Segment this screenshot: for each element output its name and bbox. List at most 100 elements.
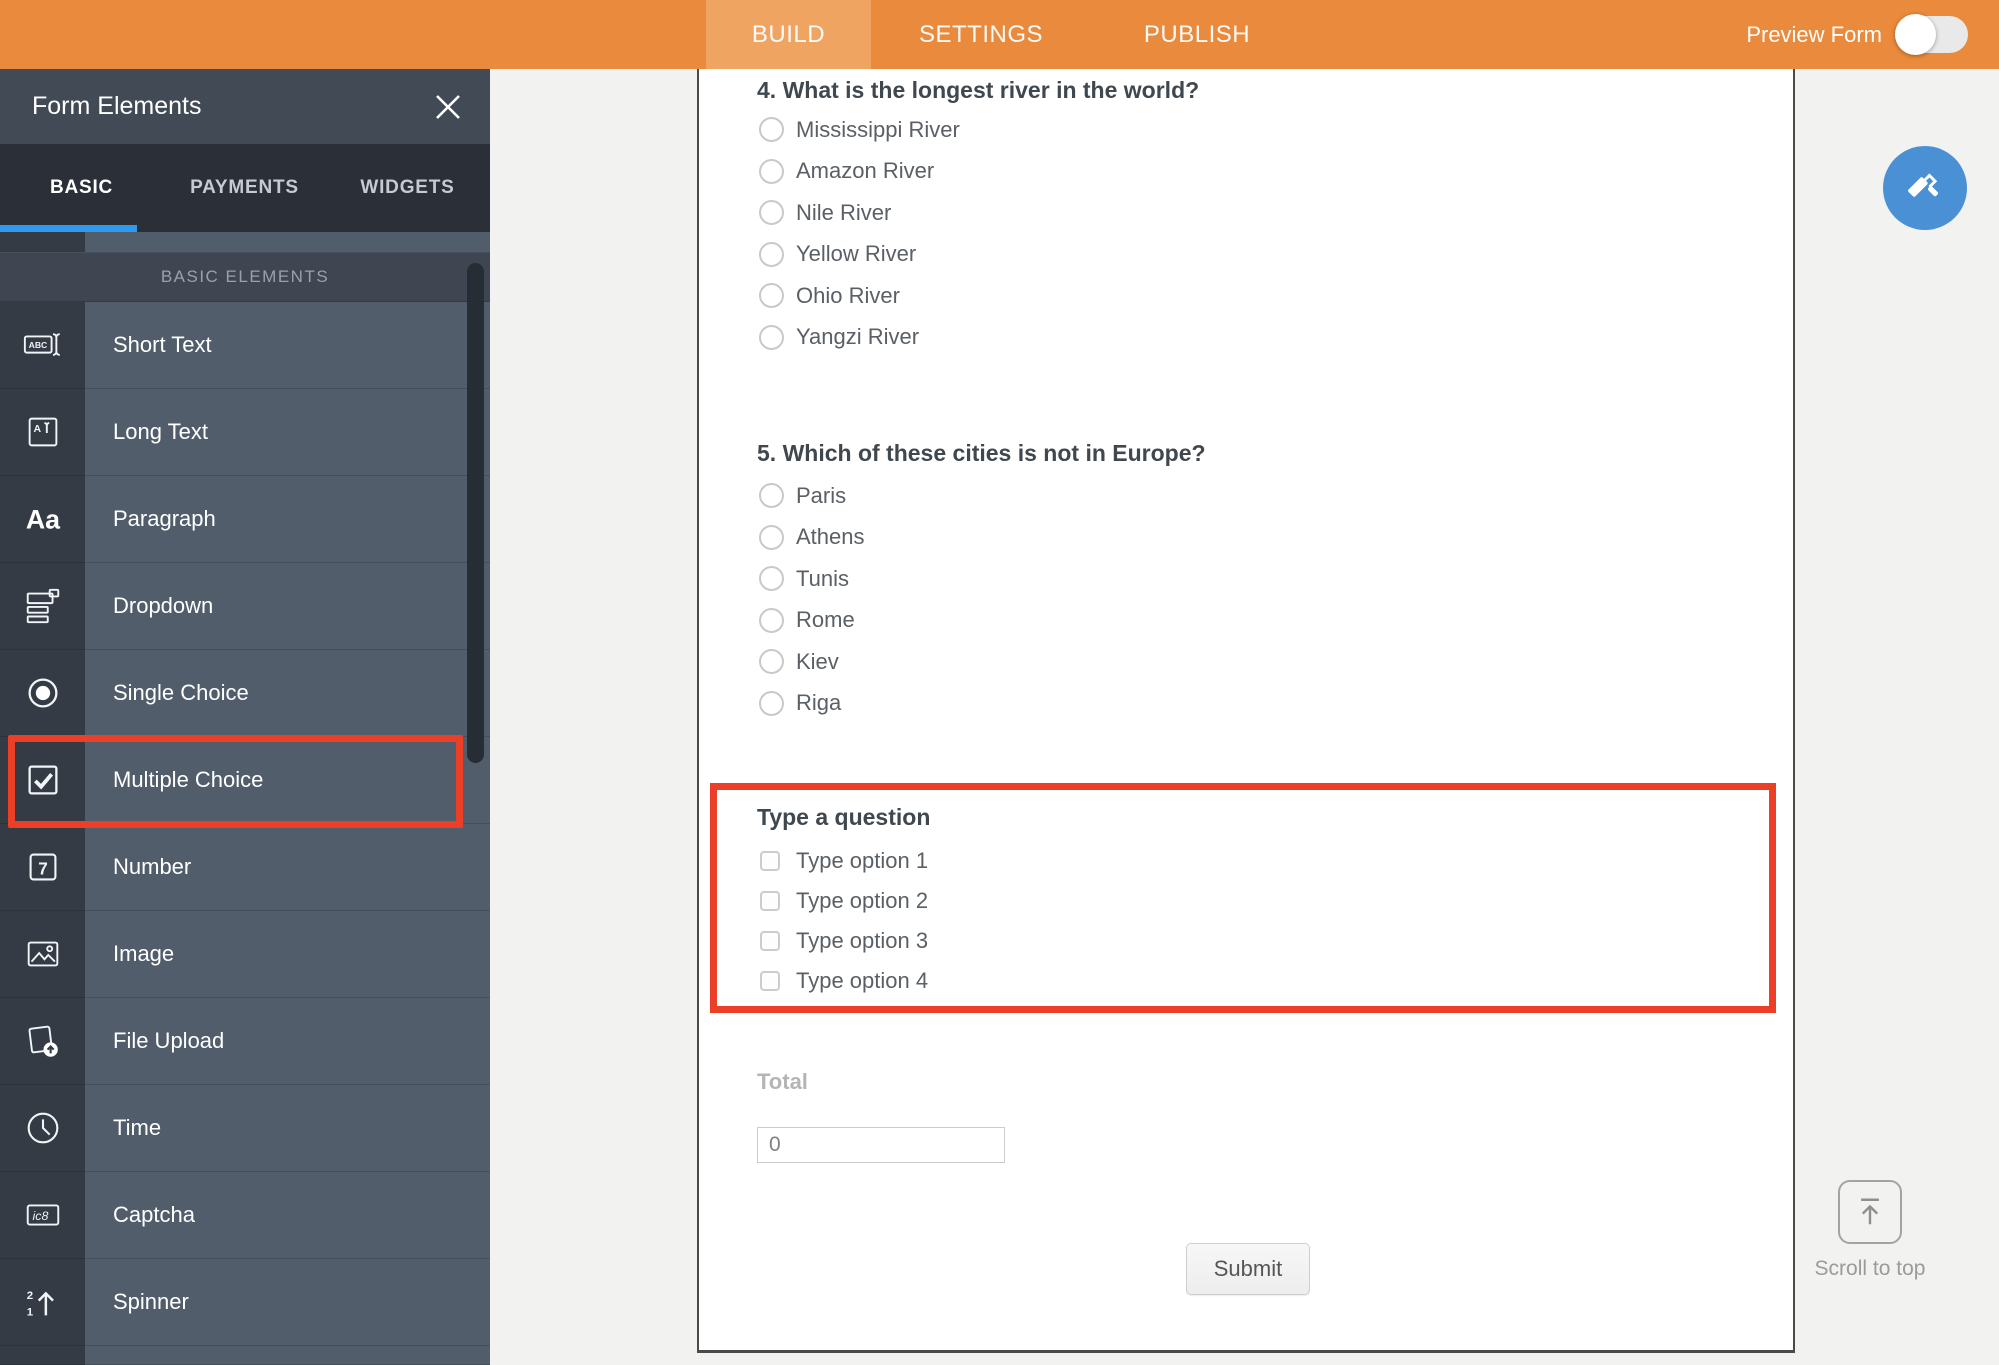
option-label: Yangzi River — [796, 324, 920, 350]
element-item-image[interactable]: Image — [0, 911, 490, 998]
radio-option[interactable]: Paris — [757, 475, 865, 517]
scroll-to-top-label: Scroll to top — [1814, 1257, 1926, 1280]
question-5-options: Paris Athens Tunis Rome Kiev Riga — [757, 475, 865, 724]
form-designer-button[interactable] — [1883, 146, 1967, 230]
element-label: Long Text — [85, 389, 490, 476]
total-input[interactable] — [757, 1127, 1005, 1163]
radio-option[interactable]: Ohio River — [757, 275, 960, 317]
element-label: Image — [85, 911, 490, 998]
option-label: Type option 3 — [796, 928, 929, 953]
active-tab-underline — [0, 225, 137, 232]
question-4-options: Mississippi River Amazon River Nile Rive… — [757, 109, 960, 358]
long-text-icon: A — [28, 417, 57, 447]
checkbox-icon[interactable] — [760, 851, 780, 871]
element-label: Number — [85, 824, 490, 911]
checkbox-icon[interactable] — [760, 971, 780, 991]
paragraph-icon: Aa — [25, 505, 60, 535]
radio-icon[interactable] — [759, 607, 784, 633]
radio-icon[interactable] — [759, 324, 784, 350]
radio-option[interactable]: Kiev — [757, 641, 865, 683]
tab-settings[interactable]: SETTINGS — [871, 0, 1091, 69]
tab-payments[interactable]: PAYMENTS — [163, 144, 326, 232]
option-label: Ohio River — [796, 282, 900, 308]
header-tabs: BUILD SETTINGS PUBLISH — [706, 0, 1303, 69]
svg-text:ic8: ic8 — [32, 1209, 48, 1223]
element-item-paragraph[interactable]: Aa Paragraph — [0, 476, 490, 563]
submit-button[interactable]: Submit — [1186, 1243, 1310, 1295]
radio-icon[interactable] — [759, 524, 784, 550]
radio-option[interactable]: Amazon River — [757, 151, 960, 193]
spinner-icon: 2 1 — [26, 1290, 54, 1318]
radio-icon[interactable] — [759, 117, 784, 143]
checkbox-icon[interactable] — [760, 931, 780, 951]
element-item-number[interactable]: 7 Number — [0, 824, 490, 911]
panel-title: Form Elements — [32, 92, 202, 120]
radio-icon[interactable] — [759, 566, 784, 592]
checkbox-icon[interactable] — [760, 891, 780, 911]
element-label: Multiple Choice — [85, 737, 490, 824]
new-question-options: Type option 1 Type option 2 Type option … — [757, 841, 928, 1001]
checkbox-option[interactable]: Type option 3 — [757, 921, 928, 961]
toggle-knob-icon[interactable] — [1895, 14, 1936, 55]
radio-icon[interactable] — [759, 158, 784, 184]
element-label: File Upload — [85, 998, 490, 1085]
dropdown-icon — [26, 588, 59, 624]
radio-option[interactable]: Athens — [757, 517, 865, 559]
element-item-short-text[interactable]: ABC Short Text — [0, 302, 490, 389]
element-label: Captcha — [85, 1172, 490, 1259]
sidebar-scrollbar-thumb[interactable] — [467, 263, 484, 763]
option-label: Mississippi River — [796, 116, 960, 142]
top-header: BUILD SETTINGS PUBLISH Preview Form — [0, 0, 1999, 69]
element-item-long-text[interactable]: A Long Text — [0, 389, 490, 476]
element-item-captcha[interactable]: ic8 Captcha — [0, 1172, 490, 1259]
new-question-title[interactable]: Type a question — [757, 804, 930, 831]
option-label: Paris — [796, 482, 847, 508]
close-icon[interactable] — [434, 93, 462, 121]
element-label: Paragraph — [85, 476, 490, 563]
tab-basic[interactable]: BASIC — [0, 144, 163, 232]
radio-option[interactable]: Yellow River — [757, 234, 960, 276]
radio-icon[interactable] — [759, 649, 784, 675]
option-label: Tunis — [796, 565, 849, 591]
option-label: Kiev — [796, 648, 839, 674]
preview-form-control: Preview Form — [1746, 0, 1968, 69]
element-item-dropdown[interactable]: Dropdown — [0, 563, 490, 650]
section-basic-elements: BASIC ELEMENTS — [0, 253, 490, 302]
radio-icon[interactable] — [759, 483, 784, 509]
radio-icon[interactable] — [759, 690, 784, 716]
radio-option[interactable]: Nile River — [757, 192, 960, 234]
option-label: Type option 4 — [796, 968, 929, 993]
svg-text:1: 1 — [26, 1306, 33, 1318]
svg-text:2: 2 — [26, 1290, 32, 1302]
radio-option[interactable]: Yangzi River — [757, 317, 960, 359]
option-label: Type option 1 — [796, 848, 929, 873]
tab-widgets[interactable]: WIDGETS — [326, 144, 489, 232]
checkbox-option[interactable]: Type option 4 — [757, 961, 928, 1001]
question-4-title: 4. What is the longest river in the worl… — [757, 77, 1200, 103]
tab-build[interactable]: BUILD — [706, 0, 871, 69]
preview-form-toggle[interactable] — [1895, 14, 1968, 55]
checkbox-option[interactable]: Type option 2 — [757, 881, 928, 921]
radio-option[interactable]: Tunis — [757, 558, 865, 600]
element-item-multiple-choice[interactable]: Multiple Choice — [0, 737, 490, 824]
scroll-to-top-button[interactable]: Scroll to top — [1790, 1180, 1950, 1281]
checkbox-option[interactable]: Type option 1 — [757, 841, 928, 881]
radio-icon[interactable] — [759, 241, 784, 267]
element-label: Spinner — [85, 1259, 490, 1346]
element-item-spinner[interactable]: 2 1 Spinner — [0, 1259, 490, 1346]
element-item-time[interactable]: Time — [0, 1085, 490, 1172]
radio-icon[interactable] — [759, 200, 784, 226]
radio-option[interactable]: Riga — [757, 683, 865, 725]
element-item-single-choice[interactable]: Single Choice — [0, 650, 490, 737]
question-5-title: 5. Which of these cities is not in Europ… — [757, 440, 1206, 466]
tab-publish[interactable]: PUBLISH — [1091, 0, 1303, 69]
svg-text:Aa: Aa — [25, 505, 60, 535]
radio-option[interactable]: Mississippi River — [757, 109, 960, 151]
option-label: Yellow River — [796, 241, 917, 267]
radio-icon[interactable] — [759, 283, 784, 309]
radio-option[interactable]: Rome — [757, 600, 865, 642]
option-label: Rome — [796, 607, 855, 633]
paint-roller-icon — [1908, 173, 1938, 197]
element-item-file-upload[interactable]: File Upload — [0, 998, 490, 1085]
total-label: Total — [757, 1069, 808, 1094]
